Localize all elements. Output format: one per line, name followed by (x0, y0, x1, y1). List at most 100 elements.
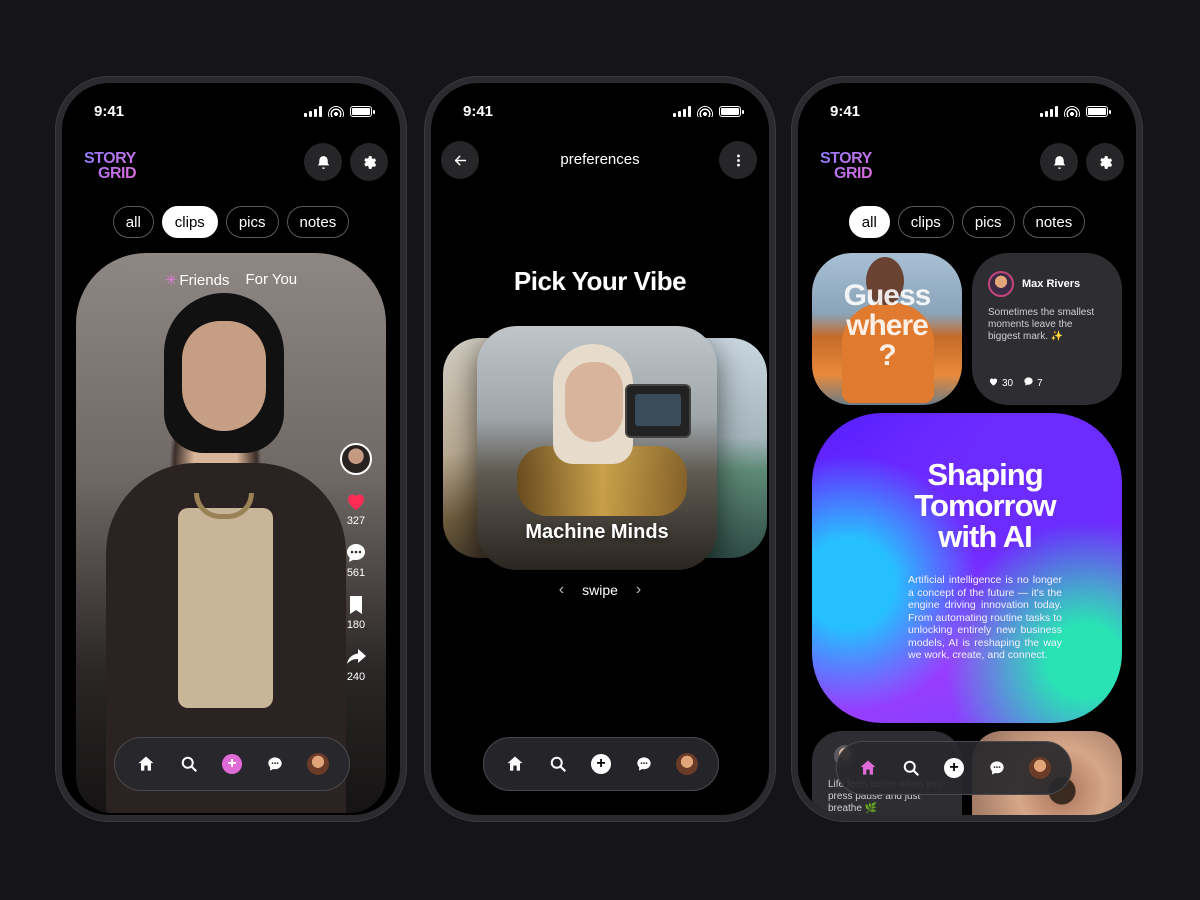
nav-profile[interactable] (1027, 755, 1053, 781)
wifi-icon (697, 106, 713, 117)
filter-chip-all[interactable]: all (112, 206, 154, 238)
swipe-prev-button[interactable]: ‹ (559, 581, 564, 599)
tab-friends[interactable]: ✳ Friends (165, 271, 230, 289)
bottom-nav: + (114, 737, 350, 791)
status-bar: 9:41 (798, 101, 1136, 123)
photo-tile-caption: Guess where ? (843, 279, 932, 372)
wifi-icon (1064, 106, 1080, 117)
nav-home[interactable] (855, 755, 881, 781)
chat-icon (637, 757, 651, 771)
nav-profile[interactable] (674, 751, 700, 777)
status-time: 9:41 (830, 103, 861, 120)
search-icon (181, 756, 197, 772)
profile-avatar (675, 753, 698, 775)
feed-video-image (106, 293, 346, 813)
swipe-next-button[interactable]: › (636, 581, 641, 599)
like-action[interactable]: 327 (344, 489, 368, 527)
nav-create[interactable]: + (219, 751, 245, 777)
app-logo: STORY GRID (820, 150, 872, 182)
share-icon (347, 649, 366, 664)
chat-icon (990, 761, 1004, 775)
vibe-card-label: Machine Minds (525, 521, 669, 543)
more-vertical-icon (736, 153, 740, 167)
feed-tabs: ✳ Friends For You (76, 271, 386, 289)
nav-home[interactable] (133, 751, 159, 777)
comment-icon (347, 544, 365, 562)
all-feed-screen: 9:41 STORY GRID all clips pics notes Gue… (798, 83, 1136, 815)
vibe-heading: Pick Your Vibe (513, 266, 687, 296)
filter-chip-clips[interactable]: clips (161, 206, 218, 238)
nav-search[interactable] (545, 751, 571, 777)
post-likes[interactable]: 30 (988, 376, 1013, 389)
nav-search[interactable] (176, 751, 202, 777)
filter-chip-notes[interactable]: notes (286, 206, 350, 238)
nav-create[interactable]: + (588, 751, 614, 777)
gear-icon (363, 155, 376, 169)
video-feed-card[interactable]: ✳ Friends For You 327 561 180 240 (76, 253, 386, 813)
nav-create[interactable]: + (941, 755, 967, 781)
comment-icon (1024, 377, 1033, 386)
nav-messages[interactable] (984, 755, 1010, 781)
notifications-button[interactable] (1040, 143, 1078, 181)
ai-article-title: Shaping Tomorrow with AI (914, 457, 1056, 554)
nav-profile[interactable] (305, 751, 331, 777)
bookmark-icon (350, 596, 362, 614)
share-action[interactable]: 240 (344, 645, 368, 683)
filter-chips: all clips pics notes (62, 206, 400, 238)
notifications-button[interactable] (304, 143, 342, 181)
creator-avatar[interactable] (340, 443, 372, 475)
signal-icon (1040, 106, 1058, 117)
bell-icon (317, 155, 329, 169)
filter-chip-all[interactable]: all (848, 206, 890, 238)
filter-chip-pics[interactable]: pics (225, 206, 279, 238)
settings-button[interactable] (1086, 143, 1124, 181)
share-count: 240 (346, 671, 366, 683)
wifi-icon (328, 106, 344, 117)
save-action[interactable]: 180 (344, 593, 368, 631)
post-comments[interactable]: 7 (1023, 376, 1043, 389)
bottom-nav: + (483, 737, 719, 791)
filter-chips: all clips pics notes (798, 206, 1136, 238)
plus-icon: + (221, 754, 242, 774)
search-icon (903, 760, 919, 776)
search-icon (550, 756, 566, 772)
status-time: 9:41 (94, 103, 125, 120)
bell-icon (1053, 155, 1065, 169)
nav-messages[interactable] (262, 751, 288, 777)
filter-chip-clips[interactable]: clips (897, 206, 954, 238)
comment-action[interactable]: 561 (344, 541, 368, 579)
status-time: 9:41 (463, 103, 494, 120)
swipe-label: swipe (582, 582, 618, 598)
author-name[interactable]: Max Rivers (1022, 278, 1080, 290)
battery-icon (1086, 106, 1111, 117)
note-post-tile[interactable]: Max Rivers Sometimes the smallest moment… (972, 253, 1122, 405)
ai-article-card[interactable]: Shaping Tomorrow with AI Artificial inte… (812, 413, 1122, 723)
photo-tile[interactable]: Guess where ? (812, 253, 962, 405)
home-icon (138, 756, 154, 771)
home-icon (860, 760, 876, 775)
filter-chip-notes[interactable]: notes (1022, 206, 1086, 238)
author-avatar[interactable] (988, 271, 1014, 297)
more-options-button[interactable] (719, 141, 757, 179)
heart-icon (989, 378, 998, 386)
app-logo: STORY GRID (84, 150, 136, 182)
nav-messages[interactable] (631, 751, 657, 777)
vibe-card-current[interactable]: Machine Minds (477, 326, 717, 570)
tab-for-you[interactable]: For You (245, 271, 297, 289)
profile-avatar (1028, 757, 1051, 779)
chat-icon (268, 757, 282, 771)
nav-search[interactable] (898, 755, 924, 781)
plus-icon: + (590, 754, 611, 774)
filter-chip-pics[interactable]: pics (961, 206, 1015, 238)
gear-icon (1099, 155, 1112, 169)
plus-icon: + (943, 758, 964, 778)
action-rail: 327 561 180 240 (340, 443, 372, 691)
sparkle-icon: ✳ (164, 272, 178, 289)
battery-icon (350, 106, 375, 117)
nav-home[interactable] (502, 751, 528, 777)
feed-screen: 9:41 STORY GRID all clips pics notes ✳ F… (62, 83, 400, 815)
settings-button[interactable] (350, 143, 388, 181)
status-bar: 9:41 (62, 101, 400, 123)
save-count: 180 (346, 619, 366, 631)
home-icon (507, 756, 523, 771)
